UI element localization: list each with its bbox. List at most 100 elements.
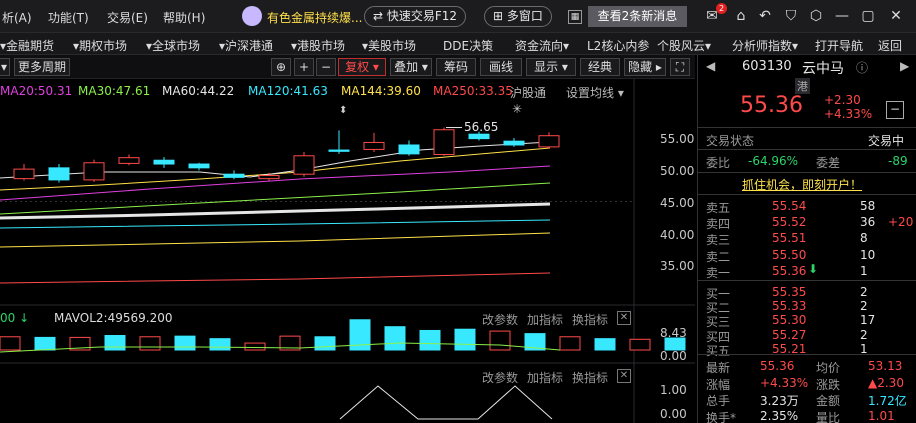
menu-connect[interactable]: ▾沪深港通 <box>219 37 273 54</box>
menu-capital-flow[interactable]: 资金流向▾ <box>515 37 569 54</box>
ma30-line <box>0 182 551 215</box>
menu-us[interactable]: ▾美股市场 <box>362 37 416 54</box>
crosshair-icon[interactable]: ⊕ <box>271 58 291 76</box>
candle-body <box>468 133 490 140</box>
home-icon[interactable]: ⌂ <box>733 8 749 24</box>
quote-row: 涨幅 +4.33% 涨跌 ▲2.30 <box>706 375 904 392</box>
menu-analysis[interactable]: 析(A) <box>2 9 32 26</box>
buy-row[interactable]: 买五 55.21 1 <box>698 341 916 358</box>
menu-hk[interactable]: ▾港股市场 <box>291 37 345 54</box>
ma120-line <box>0 219 551 229</box>
y-tick-45: 45.00 <box>660 196 695 210</box>
candle-body <box>118 157 140 164</box>
overlay-button[interactable]: 叠加 ▾ <box>390 58 432 76</box>
volume-bar <box>174 335 196 351</box>
market-menu: ▾金融期货 ▾期权市场 ▾全球市场 ▾沪深港通 ▾港股市场 ▾美股市场 DDE决… <box>0 33 916 55</box>
menu-dde[interactable]: DDE决策 <box>443 37 493 54</box>
news-button[interactable]: 查看2条新消息 <box>588 6 687 27</box>
menu-help[interactable]: 帮助(H) <box>163 9 205 26</box>
quote-row: 换手* 2.35% 量比 1.01 <box>706 408 895 423</box>
shirt-icon[interactable]: ⛉ <box>783 8 799 24</box>
back-icon[interactable]: ↶ <box>757 8 773 24</box>
classic-button[interactable]: 经典 <box>580 58 620 76</box>
hide-button[interactable]: 隐藏 ▸ <box>624 58 666 76</box>
draw-button[interactable]: 画线 <box>480 58 522 76</box>
vol-axis-max: 8.43 <box>660 326 687 340</box>
close-icon[interactable]: ✕ <box>888 8 904 24</box>
volume-bar <box>594 338 616 351</box>
maximize-icon[interactable]: ▢ <box>860 8 876 24</box>
volume-bar <box>209 338 231 351</box>
menu-nav[interactable]: 打开导航 <box>815 37 863 54</box>
period-button[interactable]: 更多周期 <box>14 58 70 76</box>
menu-options[interactable]: ▾期权市场 <box>73 37 127 54</box>
volume-bar <box>139 336 161 351</box>
stock-code: 603130 <box>742 59 792 74</box>
add-indicator-ind[interactable]: 加指标 <box>527 369 563 386</box>
minimize-icon[interactable]: — <box>834 8 850 24</box>
menu-stock-news[interactable]: 个股风云▾ <box>657 37 711 54</box>
menu-function[interactable]: 功能(T) <box>48 9 89 26</box>
candle-body <box>153 159 175 165</box>
top-bar: 析(A) 功能(T) 交易(E) 帮助(H) 有色金属持续爆... ⇄ 快速交易… <box>0 0 916 33</box>
ma250-line <box>0 272 551 284</box>
menu-trade[interactable]: 交易(E) <box>107 9 148 26</box>
display-button[interactable]: 显示 ▾ <box>526 58 576 76</box>
next-stock-icon[interactable]: ▶ <box>900 59 909 73</box>
sell-row[interactable]: 卖二 55.50 10 <box>698 247 916 264</box>
ind-axis-zero: 0.00 <box>660 407 687 421</box>
zoom-out-icon[interactable]: − <box>316 58 336 76</box>
candle-body <box>363 141 385 150</box>
period-dropdown-arrow[interactable]: ▾ <box>0 58 10 76</box>
close-ind-icon[interactable]: ✕ <box>617 369 631 383</box>
candle-body <box>538 135 560 148</box>
remove-watchlist-button[interactable]: − <box>886 101 904 119</box>
prev-stock-icon[interactable]: ◀ <box>706 59 715 73</box>
change-params-vol[interactable]: 改参数 <box>482 311 518 328</box>
box-icon[interactable]: ⬡ <box>808 8 824 24</box>
open-account-link[interactable]: 抓住机会，即刻开户！ <box>698 175 916 192</box>
news-ticker[interactable]: 有色金属持续爆... <box>267 9 362 26</box>
sell-row[interactable]: 卖四 55.52 36 +20 <box>698 214 916 231</box>
candle-body <box>13 168 35 180</box>
menu-return[interactable]: 返回 <box>878 37 902 54</box>
ma144-line <box>0 232 551 248</box>
event-marker: ✳ <box>512 102 522 116</box>
candle-body <box>293 155 315 175</box>
menu-futures[interactable]: ▾金融期货 <box>0 37 54 54</box>
sell-row[interactable]: 卖三 55.51 8 <box>698 230 916 247</box>
multi-window-button[interactable]: ⊞ 多窗口 <box>484 6 552 27</box>
quote-row: 最新 55.36 均价 53.13 <box>706 359 903 375</box>
menu-analyst[interactable]: 分析师指数▾ <box>732 37 798 54</box>
switch-indicator-ind[interactable]: 换指标 <box>572 369 608 386</box>
candle-body <box>258 174 280 180</box>
sell-row[interactable]: 卖五 55.54 58 <box>698 198 916 215</box>
calendar-icon[interactable]: ▦ <box>568 10 582 24</box>
vol-prefix: 00 ↓ <box>0 311 30 325</box>
sell-row[interactable]: 卖一 55.36 1 <box>698 263 916 280</box>
chart-toolbar: ▾ 更多周期 ⊕ + − 复权 ▾ 叠加 ▾ 筹码 画线 显示 ▾ 经典 隐藏 … <box>0 55 695 79</box>
hk-connect-tag: 港 <box>795 78 810 94</box>
y-tick-40: 40.00 <box>660 228 695 242</box>
ma5-line <box>0 141 551 179</box>
switch-indicator-vol[interactable]: 换指标 <box>572 311 608 328</box>
menu-l2[interactable]: L2核心内参 <box>587 37 649 54</box>
close-vol-icon[interactable]: ✕ <box>617 311 631 325</box>
mascot-icon <box>242 6 262 26</box>
change-params-ind[interactable]: 改参数 <box>482 369 518 386</box>
info-icon[interactable]: ⓘ <box>856 59 868 76</box>
candle-body <box>328 149 350 152</box>
fullscreen-icon[interactable]: ⛶ <box>670 58 690 76</box>
chips-button[interactable]: 筹码 <box>436 58 476 76</box>
zoom-in-icon[interactable]: + <box>294 58 314 76</box>
candle-body <box>83 162 105 181</box>
menu-global[interactable]: ▾全球市场 <box>146 37 200 54</box>
fuquan-button[interactable]: 复权 ▾ <box>338 58 386 76</box>
event-marker: ⬍ <box>339 105 347 116</box>
volume-bar <box>629 338 651 351</box>
candle-body <box>48 167 70 181</box>
fast-trade-button[interactable]: ⇄ 快速交易F12 <box>364 6 467 27</box>
indicator-line <box>339 385 553 420</box>
stock-name: 云中马 <box>802 61 844 77</box>
add-indicator-vol[interactable]: 加指标 <box>527 311 563 328</box>
